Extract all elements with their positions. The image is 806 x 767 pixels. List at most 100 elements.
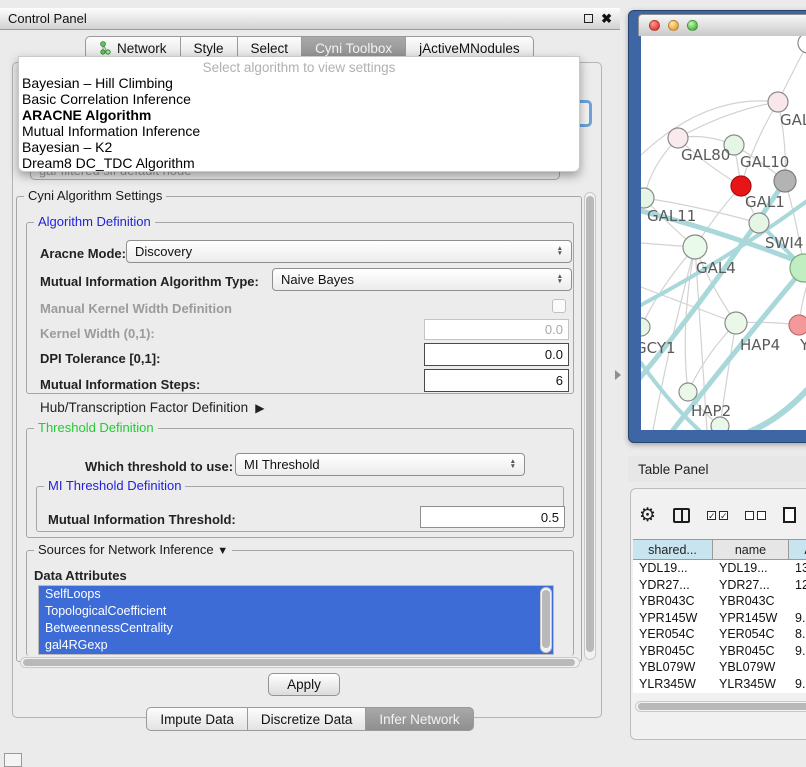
manual-kernel-checkbox[interactable] (552, 299, 566, 313)
mi-steps-field[interactable] (424, 369, 569, 392)
table-row[interactable]: YLR345W YLR345W 9. (633, 676, 806, 693)
table-row[interactable]: YBR045C YBR045C 9. (633, 643, 806, 660)
table-toolbar: ⚙ ✓✓ (639, 501, 806, 529)
network-canvas[interactable]: GAL7 GAL80 GAL10 GAL1 GAL11 SWI4 GAL4 GC… (641, 36, 806, 430)
settings-group-title: Cyni Algorithm Settings (24, 188, 166, 203)
table-header-row: shared... name A (633, 540, 806, 560)
dpi-tolerance-field[interactable] (424, 343, 569, 366)
tab-impute-data[interactable]: Impute Data (146, 707, 248, 731)
network-graph: GAL7 GAL80 GAL10 GAL1 GAL11 SWI4 GAL4 GC… (641, 36, 806, 430)
control-panel-titlebar: Control Panel ✖ (0, 8, 620, 30)
bottom-corner-button[interactable] (4, 753, 22, 767)
table-horizontal-scrollbar[interactable] (635, 701, 806, 712)
node-label: GAL7 (780, 111, 806, 129)
network-node[interactable] (749, 213, 769, 233)
apply-button[interactable]: Apply (268, 673, 340, 696)
network-window-titlebar[interactable] (638, 14, 806, 36)
list-item[interactable]: BetweennessCentrality (39, 620, 553, 637)
manual-kernel-label: Manual Kernel Width Definition (40, 301, 232, 316)
node-label: GAL1 (745, 193, 785, 211)
column-header-partial[interactable]: A (789, 540, 806, 559)
mi-type-label: Mutual Information Algorithm Type: (40, 274, 259, 289)
node-label: Y (799, 336, 806, 354)
network-node[interactable] (789, 315, 806, 335)
dropdown-item-selected[interactable]: ARACNE Algorithm (19, 107, 579, 123)
network-view-window[interactable]: GAL7 GAL80 GAL10 GAL1 GAL11 SWI4 GAL4 GC… (628, 10, 806, 443)
close-panel-icon[interactable]: ✖ (601, 12, 612, 25)
network-node[interactable] (725, 312, 747, 334)
list-item[interactable]: gal4RGexp (39, 637, 553, 654)
table-panel-titlebar: Table Panel (628, 456, 806, 482)
expand-right-icon: ▶ (252, 401, 265, 415)
which-threshold-combo[interactable]: MI Threshold ▲▼ (235, 453, 525, 476)
dropdown-item[interactable]: Bayesian – Hill Climbing (19, 75, 579, 91)
table-row[interactable]: YDL19... YDL19... 13 (633, 560, 806, 577)
table-row[interactable]: YDR27... YDR27... 12 (633, 577, 806, 594)
sources-group-title[interactable]: Sources for Network Inference ▼ (34, 542, 232, 557)
tab-discretize-data[interactable]: Discretize Data (248, 707, 367, 731)
mi-algorithm-type-combo[interactable]: Naive Bayes ▲▼ (272, 268, 572, 291)
aracne-mode-label: Aracne Mode: (40, 246, 126, 261)
dropdown-item[interactable]: Mutual Information Inference (19, 123, 579, 139)
tab-network-label: Network (117, 41, 167, 56)
column-header-name[interactable]: name (713, 540, 789, 559)
zoom-window-button[interactable] (687, 20, 698, 31)
network-node[interactable] (641, 318, 650, 336)
table-row[interactable]: YIL052C YIL052C 9. (633, 692, 806, 693)
mi-steps-label: Mutual Information Steps: (40, 377, 200, 392)
bottom-tabs: Impute Data Discretize Data Infer Networ… (0, 707, 620, 731)
table-row[interactable]: YER054C YER054C 8. (633, 626, 806, 643)
deselect-all-icon[interactable] (745, 511, 766, 520)
settings-horizontal-scrollbar[interactable] (20, 657, 580, 668)
table-panel-title: Table Panel (638, 462, 709, 477)
network-node[interactable] (774, 170, 796, 192)
stepper-arrows-icon: ▲▼ (557, 247, 563, 256)
settings-vertical-scrollbar[interactable] (584, 192, 596, 660)
aracne-mode-combo[interactable]: Discovery ▲▼ (126, 240, 572, 263)
list-item[interactable]: SelfLoops (39, 586, 553, 603)
minimize-window-button[interactable] (668, 20, 679, 31)
list-item[interactable]: TopologicalCoefficient (39, 603, 553, 620)
dropdown-item[interactable]: Dream8 DC_TDC Algorithm (19, 155, 579, 171)
table-panel-body: ⚙ ✓✓ shared... name A YDL19... YDL19... … (630, 488, 806, 740)
network-node[interactable] (683, 235, 707, 259)
network-node[interactable] (768, 92, 788, 112)
network-node[interactable] (641, 188, 654, 208)
node-label: GAL11 (647, 207, 696, 225)
dropdown-item[interactable]: Bayesian – K2 (19, 139, 579, 155)
table-row[interactable]: YBR043C YBR043C (633, 593, 806, 610)
data-attributes-label: Data Attributes (34, 568, 127, 583)
close-window-button[interactable] (649, 20, 660, 31)
dpi-tolerance-label: DPI Tolerance [0,1]: (40, 351, 160, 366)
kernel-width-field[interactable] (424, 319, 569, 340)
node-label: GAL10 (740, 153, 789, 171)
data-attributes-list[interactable]: SelfLoops TopologicalCoefficient Between… (38, 585, 554, 655)
select-all-icon[interactable]: ✓✓ (707, 511, 728, 520)
mi-threshold-label: Mutual Information Threshold: (48, 512, 236, 527)
hub-section-toggle[interactable]: Hub/Transcription Factor Definition ▶ (40, 400, 264, 415)
tab-infer-network[interactable]: Infer Network (366, 707, 473, 731)
stepper-arrows-icon: ▲▼ (510, 460, 516, 469)
network-node[interactable] (798, 36, 806, 53)
mi-type-value: Naive Bayes (281, 272, 354, 287)
network-node[interactable] (668, 128, 688, 148)
control-panel-title: Control Panel (8, 11, 87, 26)
node-labels: GAL7 GAL80 GAL10 GAL1 GAL11 SWI4 GAL4 GC… (641, 111, 806, 420)
mi-threshold-field[interactable] (420, 506, 565, 528)
dropdown-item[interactable]: Basic Correlation Inference (19, 91, 579, 107)
table-row[interactable]: YPR145W YPR145W 9. (633, 610, 806, 627)
network-node[interactable] (679, 383, 697, 401)
node-label: SWI4 (765, 234, 803, 252)
collapse-down-icon: ▼ (217, 545, 228, 557)
gear-icon[interactable]: ⚙ (639, 506, 656, 525)
column-header-shared-name[interactable]: shared... (633, 540, 713, 559)
stepper-arrows-icon: ▲▼ (557, 275, 563, 284)
float-window-icon[interactable] (584, 14, 593, 23)
list-vertical-scrollbar[interactable] (540, 587, 552, 653)
table-row[interactable]: YBL079W YBL079W (633, 659, 806, 676)
network-icon (99, 41, 112, 55)
new-table-icon[interactable] (783, 507, 796, 523)
split-columns-icon[interactable] (673, 508, 690, 523)
node-label: HAP2 (691, 402, 731, 420)
panel-divider-arrow[interactable] (615, 370, 621, 380)
